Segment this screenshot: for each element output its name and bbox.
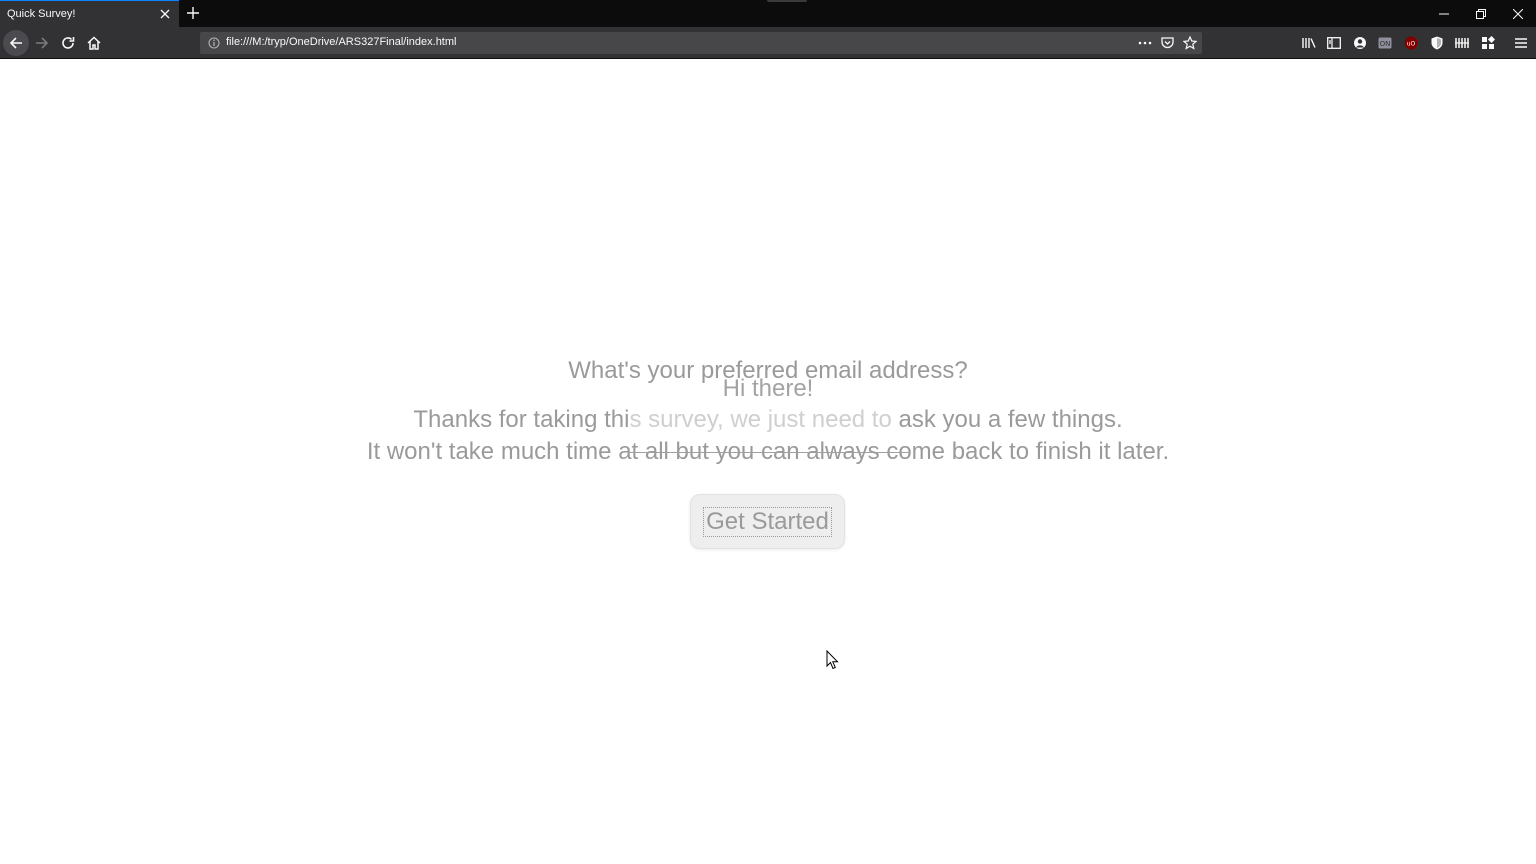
forward-arrow-icon[interactable] <box>29 30 55 56</box>
pocket-icon[interactable] <box>1158 34 1176 52</box>
page-actions-icon[interactable] <box>1136 34 1154 52</box>
extension-bars-icon[interactable] <box>1452 33 1472 53</box>
shield-icon[interactable] <box>1427 33 1447 53</box>
intro-text-segment: ask you a few things. <box>891 406 1123 433</box>
tab-title: Quick Survey! <box>7 8 76 20</box>
transition-divider <box>628 452 910 453</box>
page-info-icon[interactable] <box>207 36 221 50</box>
extension-icon[interactable]: ON <box>1375 33 1395 53</box>
ublock-icon[interactable]: uO <box>1401 33 1421 53</box>
home-icon[interactable] <box>81 30 107 56</box>
svg-text:uO: uO <box>1407 41 1416 48</box>
get-started-button[interactable]: Get Started <box>690 494 845 549</box>
bookmark-star-icon[interactable] <box>1181 34 1199 52</box>
greeting-heading: Hi there! <box>722 375 814 402</box>
url-text[interactable]: file:///M:/tryp/OneDrive/ARS327Final/ind… <box>226 36 456 48</box>
reload-icon[interactable] <box>55 30 81 56</box>
extension-grid-icon[interactable] <box>1478 33 1498 53</box>
minimize-icon[interactable] <box>1426 0 1462 27</box>
svg-text:ON: ON <box>1380 40 1391 48</box>
tab-close-icon[interactable] <box>156 5 174 23</box>
get-started-label: Get Started <box>703 506 832 537</box>
intro-text-line1: Thanks for taking this survey, we just n… <box>0 405 1536 435</box>
browser-navbar: file:///M:/tryp/OneDrive/ARS327Final/ind… <box>0 27 1536 59</box>
intro-text-segment: Thanks for taking thi <box>413 406 630 433</box>
back-arrow-icon[interactable] <box>3 30 29 56</box>
titlebar-handle <box>767 0 807 2</box>
new-tab-plus-icon[interactable] <box>183 3 203 23</box>
sidebar-icon[interactable] <box>1324 33 1344 53</box>
restore-icon[interactable] <box>1463 0 1499 27</box>
close-icon[interactable] <box>1500 0 1536 27</box>
account-icon[interactable] <box>1350 33 1370 53</box>
mouse-cursor-icon <box>826 650 839 670</box>
library-icon[interactable] <box>1299 33 1319 53</box>
browser-titlebar: Quick Survey! <box>0 0 1536 27</box>
intro-text-faded-segment: s survey, we just need to <box>629 406 892 433</box>
page-content: What's your preferred email address? Hi … <box>0 59 1536 864</box>
menu-icon[interactable] <box>1511 33 1531 53</box>
browser-tab[interactable]: Quick Survey! <box>0 0 179 27</box>
url-bar[interactable]: file:///M:/tryp/OneDrive/ARS327Final/ind… <box>200 32 1202 54</box>
